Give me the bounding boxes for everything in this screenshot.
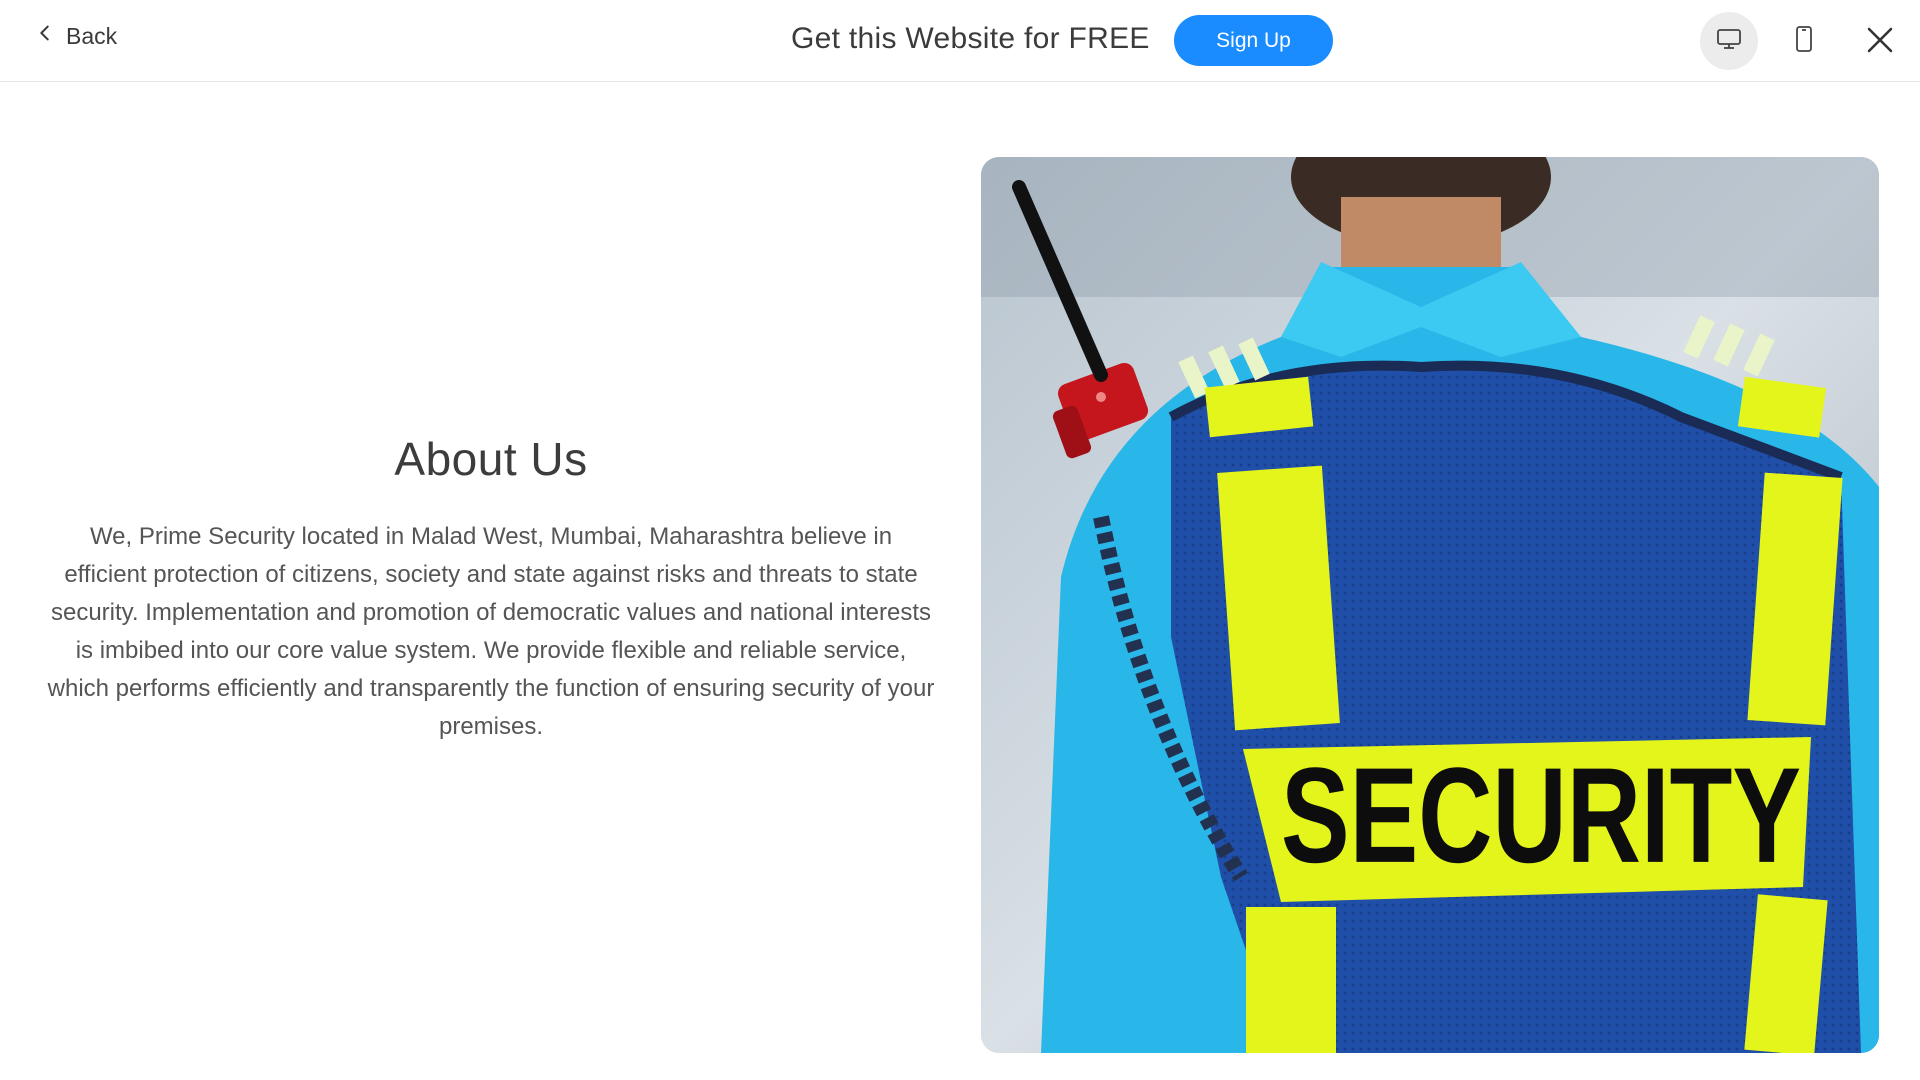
promo-text: Get this Website for FREE: [791, 22, 1150, 55]
desktop-view-button[interactable]: [1700, 12, 1758, 70]
desktop-icon: [1716, 27, 1742, 56]
back-label: Back: [66, 22, 118, 49]
about-description: We, Prime Security located in Malad West…: [47, 523, 935, 740]
back-button[interactable]: Back: [34, 22, 117, 50]
top-bar: Back Get this Website for FREE Sign Up: [0, 0, 1920, 82]
about-heading: About Us: [394, 433, 588, 485]
mobile-icon: [1795, 25, 1813, 58]
chevron-left-icon: [34, 22, 56, 50]
sign-up-button[interactable]: Sign Up: [1174, 15, 1333, 66]
close-icon: [1862, 27, 1898, 62]
vest-security-text: SECURITY: [1281, 739, 1801, 891]
close-button[interactable]: [1862, 22, 1898, 58]
mobile-view-button[interactable]: [1775, 12, 1833, 70]
security-guard-photo: SECURITY: [981, 157, 1879, 1053]
